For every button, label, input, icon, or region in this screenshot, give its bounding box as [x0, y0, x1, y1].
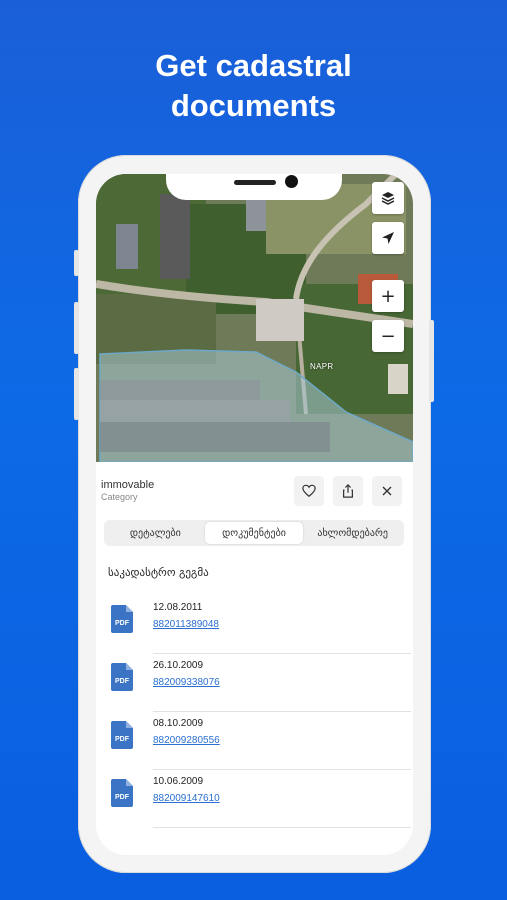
phone-camera	[285, 175, 298, 188]
phone-volume-up	[74, 302, 79, 354]
document-row[interactable]: PDF 26.10.2009 882009338076	[96, 654, 413, 712]
tab-documents[interactable]: დოკუმენტები	[204, 522, 304, 544]
section-title-cadastral-plan: საკადასტრო გეგმა	[108, 566, 209, 579]
document-number-link[interactable]: 882011389048	[153, 619, 219, 630]
phone-side-button	[74, 250, 79, 276]
zoom-out-button[interactable]: −	[372, 320, 404, 352]
phone-volume-down	[74, 368, 79, 420]
document-date: 12.08.2011	[153, 602, 203, 613]
pdf-icon-label: PDF	[115, 620, 130, 627]
document-row[interactable]: PDF 10.06.2009 882009147610	[96, 770, 413, 828]
share-icon	[343, 484, 353, 498]
close-button[interactable]	[372, 476, 402, 506]
document-number-link[interactable]: 882009280556	[153, 735, 220, 746]
layers-icon	[381, 192, 395, 205]
locate-button[interactable]	[372, 222, 404, 254]
tab-nearby[interactable]: ახლომდებარე	[303, 522, 402, 544]
tab-bar: დეტალები დოკუმენტები ახლომდებარე	[104, 520, 404, 546]
document-number-link[interactable]: 882009147610	[153, 793, 220, 804]
map-imagery	[96, 174, 413, 462]
property-type: immovable	[101, 479, 155, 491]
map-label-napr: NAPR	[310, 362, 334, 371]
tab-details[interactable]: დეტალები	[106, 522, 205, 544]
document-date: 26.10.2009	[153, 660, 204, 671]
row-divider	[153, 827, 411, 828]
pdf-icon-label: PDF	[115, 794, 130, 801]
pdf-file-icon: PDF	[111, 663, 133, 691]
document-date: 08.10.2009	[153, 718, 204, 729]
promo-headline: Get cadastral documents	[0, 46, 507, 126]
satellite-map[interactable]: NAPR + −	[96, 174, 413, 462]
pdf-file-icon: PDF	[111, 779, 133, 807]
phone-power-button	[429, 320, 434, 402]
navigation-arrow-icon	[382, 232, 394, 244]
pdf-file-icon: PDF	[111, 605, 133, 633]
heart-icon	[302, 484, 316, 498]
property-category: Category	[101, 492, 138, 502]
pdf-file-icon: PDF	[111, 721, 133, 749]
layers-button[interactable]	[372, 182, 404, 214]
phone-speaker	[234, 180, 276, 185]
favorite-button[interactable]	[294, 476, 324, 506]
promo-title-line1: Get cadastral	[155, 48, 352, 83]
zoom-in-button[interactable]: +	[372, 280, 404, 312]
document-row[interactable]: PDF 08.10.2009 882009280556	[96, 712, 413, 770]
share-button[interactable]	[333, 476, 363, 506]
promo-title-line2: documents	[170, 88, 337, 123]
app-screen: NAPR + − immovable Category დეტალები დოკ…	[96, 174, 413, 855]
pdf-icon-label: PDF	[115, 678, 130, 685]
document-row[interactable]: PDF 12.08.2011 882011389048	[96, 596, 413, 654]
close-icon	[382, 486, 392, 496]
phone-notch	[166, 174, 342, 200]
document-number-link[interactable]: 882009338076	[153, 677, 220, 688]
document-date: 10.06.2009	[153, 776, 204, 787]
pdf-icon-label: PDF	[115, 736, 130, 743]
